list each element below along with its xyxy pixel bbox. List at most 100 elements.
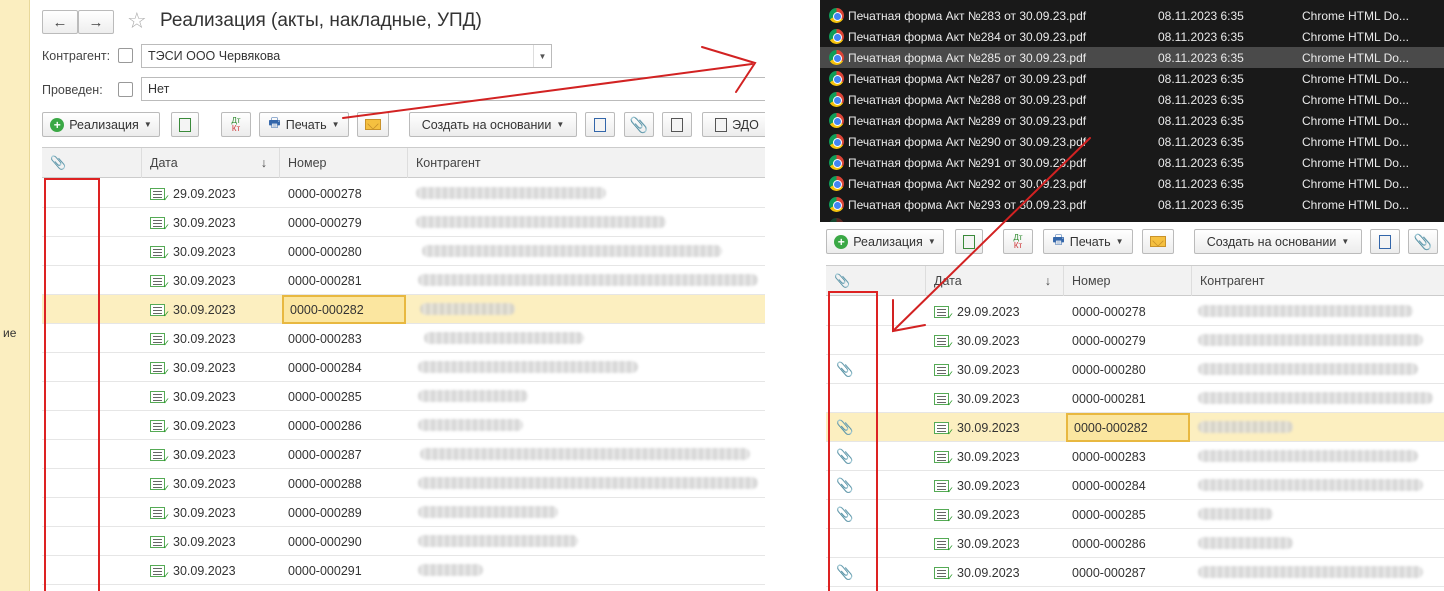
redacted-kontragent xyxy=(1198,421,1293,433)
table-row[interactable]: 30.09.2023 0000-000286 xyxy=(826,529,1444,558)
create-based-on-button[interactable]: Создать на основании ▼ xyxy=(409,112,577,137)
date-cell: 30.09.2023 xyxy=(150,556,280,585)
favorite-star-icon[interactable]: ☆ xyxy=(127,8,147,34)
attach-button[interactable]: 📎 xyxy=(624,112,654,137)
dt-kt-button[interactable]: Дт Кт xyxy=(1003,229,1033,254)
realization-button[interactable]: + Реализация ▼ xyxy=(826,229,944,254)
redacted-kontragent xyxy=(424,332,584,344)
structure-button[interactable] xyxy=(1370,229,1400,254)
copy-document-button[interactable] xyxy=(171,112,199,137)
table-row[interactable]: 📎30.09.20230000-000287 xyxy=(826,558,1444,587)
redacted-kontragent xyxy=(1198,566,1423,578)
file-row[interactable]: Печатная форма Акт №284 от 30.09.23.pdf 0… xyxy=(820,26,1444,47)
file-row[interactable]: Печатная форма Акт №288 от 30.09.23.pdf 0… xyxy=(820,89,1444,110)
number-cell: 0000-000289 xyxy=(288,498,406,527)
posted-document-icon xyxy=(150,303,170,320)
forward-button[interactable]: → xyxy=(78,10,114,34)
kontragent-checkbox[interactable] xyxy=(118,48,133,63)
file-name: Печатная форма Акт №293 от 30.09.23.pdf xyxy=(848,197,1087,212)
file-row[interactable]: Печатная форма Акт №291 от 30.09.23.pdf 0… xyxy=(820,152,1444,173)
print-button[interactable]: 🖶 Печать ▼ xyxy=(259,112,349,137)
table-row[interactable]: 30.09.2023 0000-000281 xyxy=(826,384,1444,413)
table-row[interactable]: 30.09.2023 0000-000279 xyxy=(826,326,1444,355)
table-row[interactable]: 30.09.2023 0000-000286 xyxy=(42,411,765,440)
provoden-field[interactable]: Нет xyxy=(141,77,765,101)
number-value: 0000-000284 xyxy=(1072,478,1146,493)
realization-button[interactable]: + Реализация ▼ xyxy=(42,112,160,137)
back-button[interactable]: ← xyxy=(42,10,78,34)
table-row[interactable]: 📎30.09.20230000-000283 xyxy=(826,442,1444,471)
provoden-checkbox[interactable] xyxy=(118,82,133,97)
table-row[interactable]: 30.09.2023 0000-000289 xyxy=(42,498,765,527)
file-row[interactable]: Печатная форма Акт №285 от 30.09.23.pdf 0… xyxy=(820,47,1444,68)
kontragent-column-header[interactable]: Контрагент xyxy=(408,148,765,178)
number-value: 0000-000286 xyxy=(1072,536,1146,551)
table-row[interactable]: 30.09.2023 0000-000288 xyxy=(42,469,765,498)
chrome-pdf-icon xyxy=(829,29,844,44)
edo-button[interactable]: ЭДО xyxy=(702,112,765,137)
table-row[interactable]: 📎30.09.20230000-000284 xyxy=(826,471,1444,500)
provoden-value: Нет xyxy=(148,82,170,96)
redacted-kontragent xyxy=(420,448,750,460)
right-document-list-window: + Реализация ▼ Дт Кт 🖶 Печать ▼ Создать н… xyxy=(820,222,1444,591)
date-value: 30.09.2023 xyxy=(957,536,1020,551)
attach-button[interactable]: 📎 xyxy=(1408,229,1438,254)
edo-label: ЭДО xyxy=(732,117,759,132)
date-value: 30.09.2023 xyxy=(173,418,236,433)
table-row[interactable]: 29.09.2023 0000-000278 xyxy=(42,179,765,208)
table-row[interactable]: 30.09.2023 0000-000284 xyxy=(42,353,765,382)
posted-document-icon xyxy=(150,332,170,349)
date-column-header[interactable]: Дата ↓ xyxy=(142,148,280,178)
kontragent-field[interactable]: ТЭСИ ООО Червякова ▼ xyxy=(141,44,552,68)
create-based-on-button[interactable]: Создать на основании ▼ xyxy=(1194,229,1362,254)
file-date: 08.11.2023 6:35 xyxy=(1158,8,1244,23)
table-row[interactable]: 30.09.2023 0000-000280 xyxy=(42,237,765,266)
kontragent-column-header[interactable]: Контрагент xyxy=(1192,266,1444,296)
table-row[interactable]: 30.09.2023 0000-000279 xyxy=(42,208,765,237)
attachment-column-header[interactable]: 📎 xyxy=(42,148,142,178)
file-row[interactable]: Печатная форма Акт №283 от 30.09.23.pdf 0… xyxy=(820,5,1444,26)
email-button[interactable] xyxy=(1142,229,1174,254)
table-row[interactable]: 30.09.2023 0000-000291 xyxy=(42,556,765,585)
redacted-kontragent xyxy=(418,564,483,576)
file-row[interactable]: Печатная форма Акт №290 от 30.09.23.pdf 0… xyxy=(820,131,1444,152)
date-value: 30.09.2023 xyxy=(957,565,1020,580)
number-column-header[interactable]: Номер xyxy=(1064,266,1192,296)
file-name: Печатная форма Акт №292 от 30.09.23.pdf xyxy=(848,176,1087,191)
table-row[interactable]: 30.09.2023 0000-000287 xyxy=(42,440,765,469)
number-column-header[interactable]: Номер xyxy=(280,148,408,178)
paperclip-icon: 📎 xyxy=(629,116,649,134)
file-date: 08.11.2023 6:35 xyxy=(1158,176,1244,191)
print-button[interactable]: 🖶 Печать ▼ xyxy=(1043,229,1133,254)
table-row[interactable]: 📎30.09.20230000-000280 xyxy=(826,355,1444,384)
chrome-pdf-icon xyxy=(829,176,844,191)
file-row[interactable]: Печатная форма Акт №289 от 30.09.23.pdf 0… xyxy=(820,110,1444,131)
date-value: 30.09.2023 xyxy=(173,563,236,578)
file-row[interactable]: Печатная форма Акт №287 от 30.09.23.pdf 0… xyxy=(820,68,1444,89)
number-cell: 0000-000290 xyxy=(288,527,406,556)
table-row[interactable]: 📎30.09.20230000-000285 xyxy=(826,500,1444,529)
copy-document-button[interactable] xyxy=(955,229,983,254)
dt-kt-button[interactable]: Дт Кт xyxy=(221,112,251,137)
printer-icon: 🖶 xyxy=(268,114,281,130)
redacted-kontragent xyxy=(418,274,758,286)
structure-button[interactable] xyxy=(585,112,615,137)
table-row[interactable]: 30.09.2023 0000-000281 xyxy=(42,266,765,295)
file-row[interactable]: Печатная форма Акт №293 от 30.09.23.pdf 0… xyxy=(820,194,1444,215)
email-button[interactable] xyxy=(357,112,389,137)
report-button[interactable] xyxy=(662,112,692,137)
number-cell: 0000-000287 xyxy=(1072,558,1190,587)
paperclip-icon: 📎 xyxy=(834,273,851,288)
table-row[interactable]: 30.09.2023 0000-000290 xyxy=(42,527,765,556)
file-date: 08.11.2023 6:35 xyxy=(1158,29,1244,44)
date-cell: 30.09.2023 xyxy=(934,413,1064,442)
table-row[interactable]: 30.09.2023 0000-000283 xyxy=(42,324,765,353)
date-column-header[interactable]: Дата ↓ xyxy=(926,266,1064,296)
table-row[interactable]: 29.09.2023 0000-000278 xyxy=(826,297,1444,326)
file-row[interactable]: Печатная форма Акт №292 от 30.09.23.pdf 0… xyxy=(820,173,1444,194)
table-row[interactable]: 30.09.2023 0000-000282 xyxy=(42,295,765,324)
table-row[interactable]: 📎30.09.20230000-000282 xyxy=(826,413,1444,442)
chevron-down-icon[interactable]: ▼ xyxy=(533,45,551,67)
table-row[interactable]: 30.09.2023 0000-000285 xyxy=(42,382,765,411)
table-header: 📎 Дата ↓ Номер Контрагент xyxy=(42,148,765,178)
